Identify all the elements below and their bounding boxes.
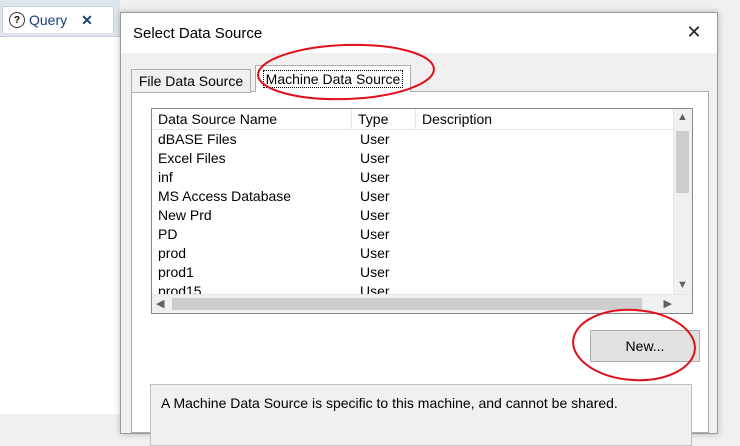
list-item[interactable]: dBASE Files User	[152, 130, 674, 149]
list-item-name: prod	[158, 245, 187, 261]
scroll-thumb[interactable]	[676, 131, 689, 193]
scroll-up-icon[interactable]: ▲	[677, 111, 688, 123]
list-item[interactable]: prod1 User	[152, 263, 674, 282]
vertical-scrollbar[interactable]: ▲ ▼	[673, 109, 692, 295]
tab-panel: Data Source Name Type Description dBASE …	[131, 91, 709, 446]
tab-machine-data-source[interactable]: Machine Data Source	[255, 65, 411, 92]
select-data-source-dialog: Select Data Source ✕ Data Source Name Ty…	[120, 12, 718, 446]
scroll-right-icon[interactable]: ▶	[664, 297, 672, 310]
column-header-type[interactable]: Type	[352, 109, 416, 129]
tab-file-label: File Data Source	[138, 73, 244, 89]
list-item-name: PD	[158, 226, 178, 242]
dialog-close-icon[interactable]: ✕	[683, 21, 705, 43]
list-item[interactable]: Excel Files User	[152, 149, 674, 168]
list-item-type: User	[360, 264, 390, 280]
list-item[interactable]: prod User	[152, 244, 674, 263]
list-item[interactable]: PD User	[152, 225, 674, 244]
tab-machine-label: Machine Data Source	[262, 70, 404, 88]
list-item-name: prod1	[158, 264, 194, 280]
list-item-type: User	[360, 131, 390, 147]
new-button[interactable]: New...	[590, 330, 700, 362]
hscroll-thumb[interactable]	[172, 298, 642, 310]
list-item-name: New Prd	[158, 207, 212, 223]
info-box: A Machine Data Source is specific to thi…	[150, 384, 692, 446]
new-button-label: New...	[625, 338, 665, 354]
dialog-title: Select Data Source	[133, 25, 263, 42]
column-header-name[interactable]: Data Source Name	[152, 109, 352, 129]
data-source-list[interactable]: Data Source Name Type Description dBASE …	[151, 108, 693, 314]
list-item[interactable]: New Prd User	[152, 206, 674, 225]
close-icon[interactable]: ✕	[81, 12, 93, 29]
tab-strip: ? Query ✕	[0, 0, 120, 37]
query-tab-label: Query	[29, 12, 68, 28]
list-item-type: User	[360, 226, 390, 242]
list-item-name: inf	[158, 169, 173, 185]
list-item-type: User	[360, 188, 390, 204]
tab-file-data-source[interactable]: File Data Source	[131, 69, 251, 93]
list-item-name: Excel Files	[158, 150, 226, 166]
horizontal-scrollbar[interactable]: ◀ ▶	[152, 294, 692, 313]
list-item-type: User	[360, 245, 390, 261]
list-item-type: User	[360, 169, 390, 185]
list-item[interactable]: inf User	[152, 168, 674, 187]
scroll-down-icon[interactable]: ▼	[677, 279, 688, 291]
dialog-titlebar: Select Data Source ✕	[121, 13, 717, 53]
list-item[interactable]: MS Access Database User	[152, 187, 674, 206]
scroll-left-icon[interactable]: ◀	[156, 297, 164, 310]
list-item-name: dBASE Files	[158, 131, 237, 147]
info-text: A Machine Data Source is specific to thi…	[161, 395, 618, 411]
column-header-description[interactable]: Description	[416, 109, 674, 129]
list-item-name: MS Access Database	[158, 188, 292, 204]
list-rows: dBASE Files User Excel Files User inf User MS …	[152, 130, 674, 301]
list-header: Data Source Name Type Description	[152, 109, 674, 130]
list-item-type: User	[360, 207, 390, 223]
background-app: ? Query ✕	[0, 0, 120, 414]
query-tab[interactable]: ? Query ✕	[2, 6, 114, 33]
list-item-type: User	[360, 150, 390, 166]
help-icon: ?	[9, 12, 25, 28]
